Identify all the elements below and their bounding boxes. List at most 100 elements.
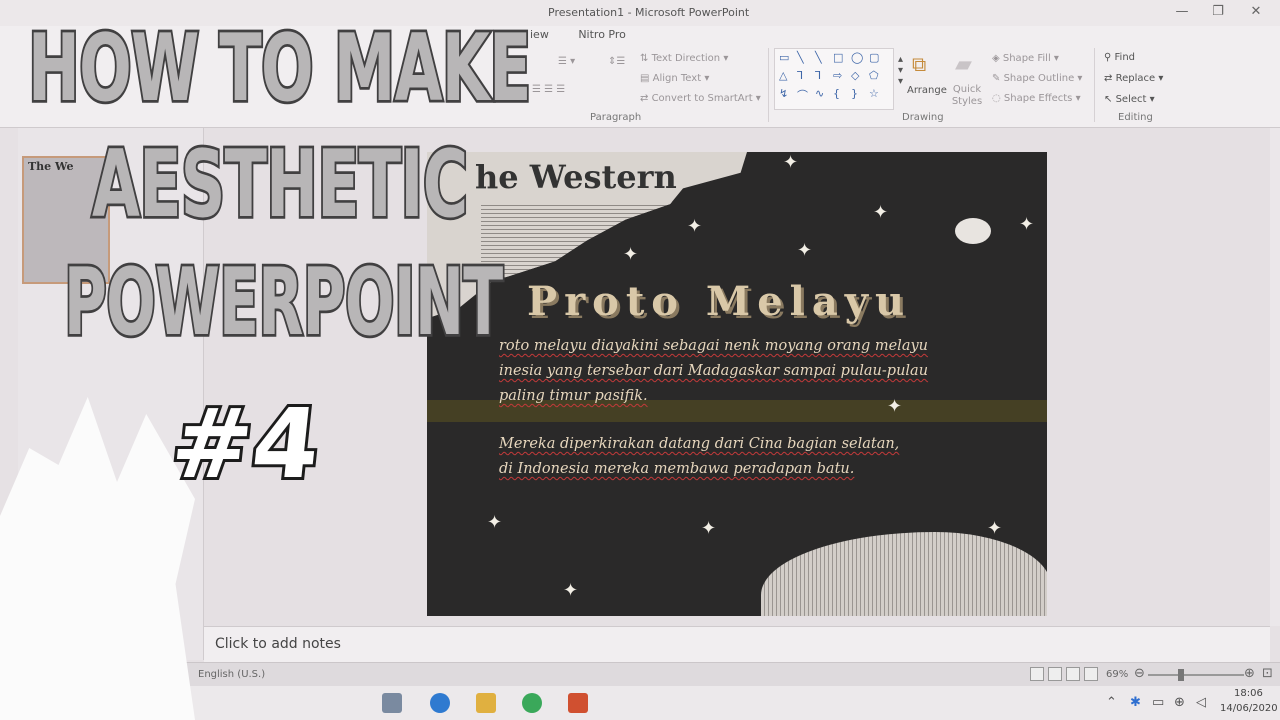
fit-slide-icon[interactable]: ⊡ [1262,666,1273,681]
curve-icon: ↯ [779,87,789,100]
diamond-icon: ◇ [851,69,860,82]
slide-paragraph-1[interactable]: roto melayu diayakini sebagai nenk moyan… [499,334,1019,409]
tab-view[interactable]: iew [530,28,549,41]
star-icon: ✦ [1019,214,1035,235]
line-spacing-icon[interactable]: ⇕☰ [608,56,625,67]
line-icon: ╲ [815,51,822,64]
line-icon: ╲ [797,51,804,64]
zoom-level[interactable]: 69% [1106,669,1128,680]
group-separator [768,48,769,122]
overlay-title-line-2: AESTHETIC [90,130,470,239]
oval-icon: ◯ [851,51,864,64]
bluetooth-icon[interactable]: ✱ [1130,695,1141,710]
close-icon[interactable]: ✕ [1246,4,1266,19]
arrow-right-icon: ⇨ [833,69,843,82]
align-icon[interactable]: ☰ ☰ ☰ [532,84,565,95]
minimize-icon[interactable]: — [1172,4,1192,19]
window-title: Presentation1 - Microsoft PowerPoint [548,6,750,19]
quick-styles-icon[interactable]: ▰ [955,52,972,77]
powerpoint-icon[interactable] [568,693,588,713]
status-bar: English (U.S.) 69% ⊖ ⊕ ⊡ [0,662,1280,686]
star-icon: ✦ [783,152,799,173]
file-explorer-icon[interactable] [476,693,496,713]
slide-sorter-icon[interactable] [1048,667,1062,681]
network-icon[interactable]: ⊕ [1174,695,1185,710]
quick-styles-button[interactable]: Quick Styles [951,84,983,108]
slide-paragraph-2[interactable]: Mereka diperkirakan datang dari Cina bag… [499,432,1019,482]
brace-icon: } [851,87,858,100]
slideshow-icon[interactable] [1084,667,1098,681]
volume-icon[interactable]: ◁ [1196,695,1206,710]
align-text-button[interactable]: ▤ Align Text ▾ [640,73,709,84]
ribbon-tabs: iew Nitro Pro [530,28,652,41]
star-icon: ✦ [701,518,717,539]
star-icon: ✦ [987,518,1003,539]
newspaper-headline: he Western [475,158,677,196]
shape-outline-button[interactable]: ✎ Shape Outline ▾ [992,73,1082,84]
overlay-episode-number: #4 [163,385,328,503]
freeform-icon: ∿ [815,87,825,100]
tab-nitro-pro[interactable]: Nitro Pro [578,28,626,41]
overlay-title-line-1: HOW TO MAKE [26,14,533,123]
star-icon: ✦ [487,512,503,533]
zoom-in-icon[interactable]: ⊕ [1244,666,1255,681]
paragraph-group-label: Paragraph [590,112,642,123]
app-icon[interactable] [522,693,542,713]
shape-effects-button[interactable]: ◌ Shape Effects ▾ [992,93,1081,104]
bullets-icon[interactable]: ☰ ▾ [558,56,575,67]
star-icon: ✦ [687,216,703,237]
battery-icon[interactable]: ▭ [1152,695,1164,710]
gallery-scroll-icon[interactable]: ▴ ▾ ▾ [898,54,903,87]
connector-icon: ⅂ [815,69,822,82]
select-button[interactable]: ↖ Select ▾ [1104,94,1155,105]
group-separator [1094,48,1095,122]
arrange-button[interactable]: Arrange [907,85,947,96]
triangle-icon: △ [779,69,788,82]
edge-icon[interactable] [430,693,450,713]
shape-fill-button[interactable]: ◈ Shape Fill ▾ [992,53,1059,64]
clock-time[interactable]: 18:06 [1234,688,1263,699]
rounded-rect-icon: ▢ [869,51,880,64]
rectangle-icon: □ [833,51,844,64]
notes-placeholder[interactable]: Click to add notes [215,636,341,652]
convert-smartart-button[interactable]: ⇄ Convert to SmartArt ▾ [640,93,761,104]
star-icon: ✦ [797,240,813,261]
zoom-out-icon[interactable]: ⊖ [1134,666,1145,681]
restore-icon[interactable]: ❐ [1208,4,1228,19]
notes-pane[interactable]: Click to add notes [204,626,1270,662]
curve-icon: ⌒ [797,89,808,102]
find-button[interactable]: ⚲ Find [1104,52,1135,63]
zoom-slider-thumb[interactable] [1178,669,1184,681]
brace-icon: { [833,87,840,100]
arrange-icon[interactable]: ⧉ [912,52,926,76]
tray-chevron-icon[interactable]: ⌃ [1106,695,1117,710]
newspaper-cutout-bottom [761,532,1047,616]
shape-icon: ⬠ [869,69,879,82]
language-indicator[interactable]: English (U.S.) [198,669,265,680]
drawing-group-label: Drawing [902,112,944,123]
reading-view-icon[interactable] [1066,667,1080,681]
vertical-scrollbar[interactable] [1270,128,1280,626]
binoculars-icon: ⚲ [1104,52,1112,63]
replace-icon: ⇄ [1104,73,1113,84]
star-icon: ✦ [623,244,639,265]
zoom-slider[interactable] [1148,674,1244,676]
textbox-icon: ▭ [779,51,790,64]
shapes-gallery[interactable]: ▭ ╲ ╲ □ ◯ ▢ △ ⅂ ⅂ ⇨ ◇ ⬠ ↯ ⌒ ∿ { } ☆ [774,48,894,110]
star-icon: ☆ [869,87,879,100]
editing-group-label: Editing [1118,112,1153,123]
slide-title[interactable]: Proto Melayu [527,278,911,325]
clock-date[interactable]: 14/06/2020 [1220,703,1278,714]
task-view-icon[interactable] [382,693,402,713]
connector-icon: ⅂ [797,69,804,82]
normal-view-icon[interactable] [1030,667,1044,681]
star-icon: ✦ [873,202,889,223]
slide[interactable]: he Western ✦ ✦ ✦ ✦ ✦ ✦ ✦ ✦ ✦ ✦ ✦ Proto M… [427,152,1047,616]
flower-image [955,218,991,244]
thumbnail-text: The We [28,160,74,173]
overlay-title-line-3: POWERPOINT [62,248,505,357]
text-direction-button[interactable]: ⇅ Text Direction ▾ [640,53,728,64]
cursor-icon: ↖ [1104,94,1113,105]
star-icon: ✦ [563,580,579,601]
replace-button[interactable]: ⇄ Replace ▾ [1104,73,1163,84]
